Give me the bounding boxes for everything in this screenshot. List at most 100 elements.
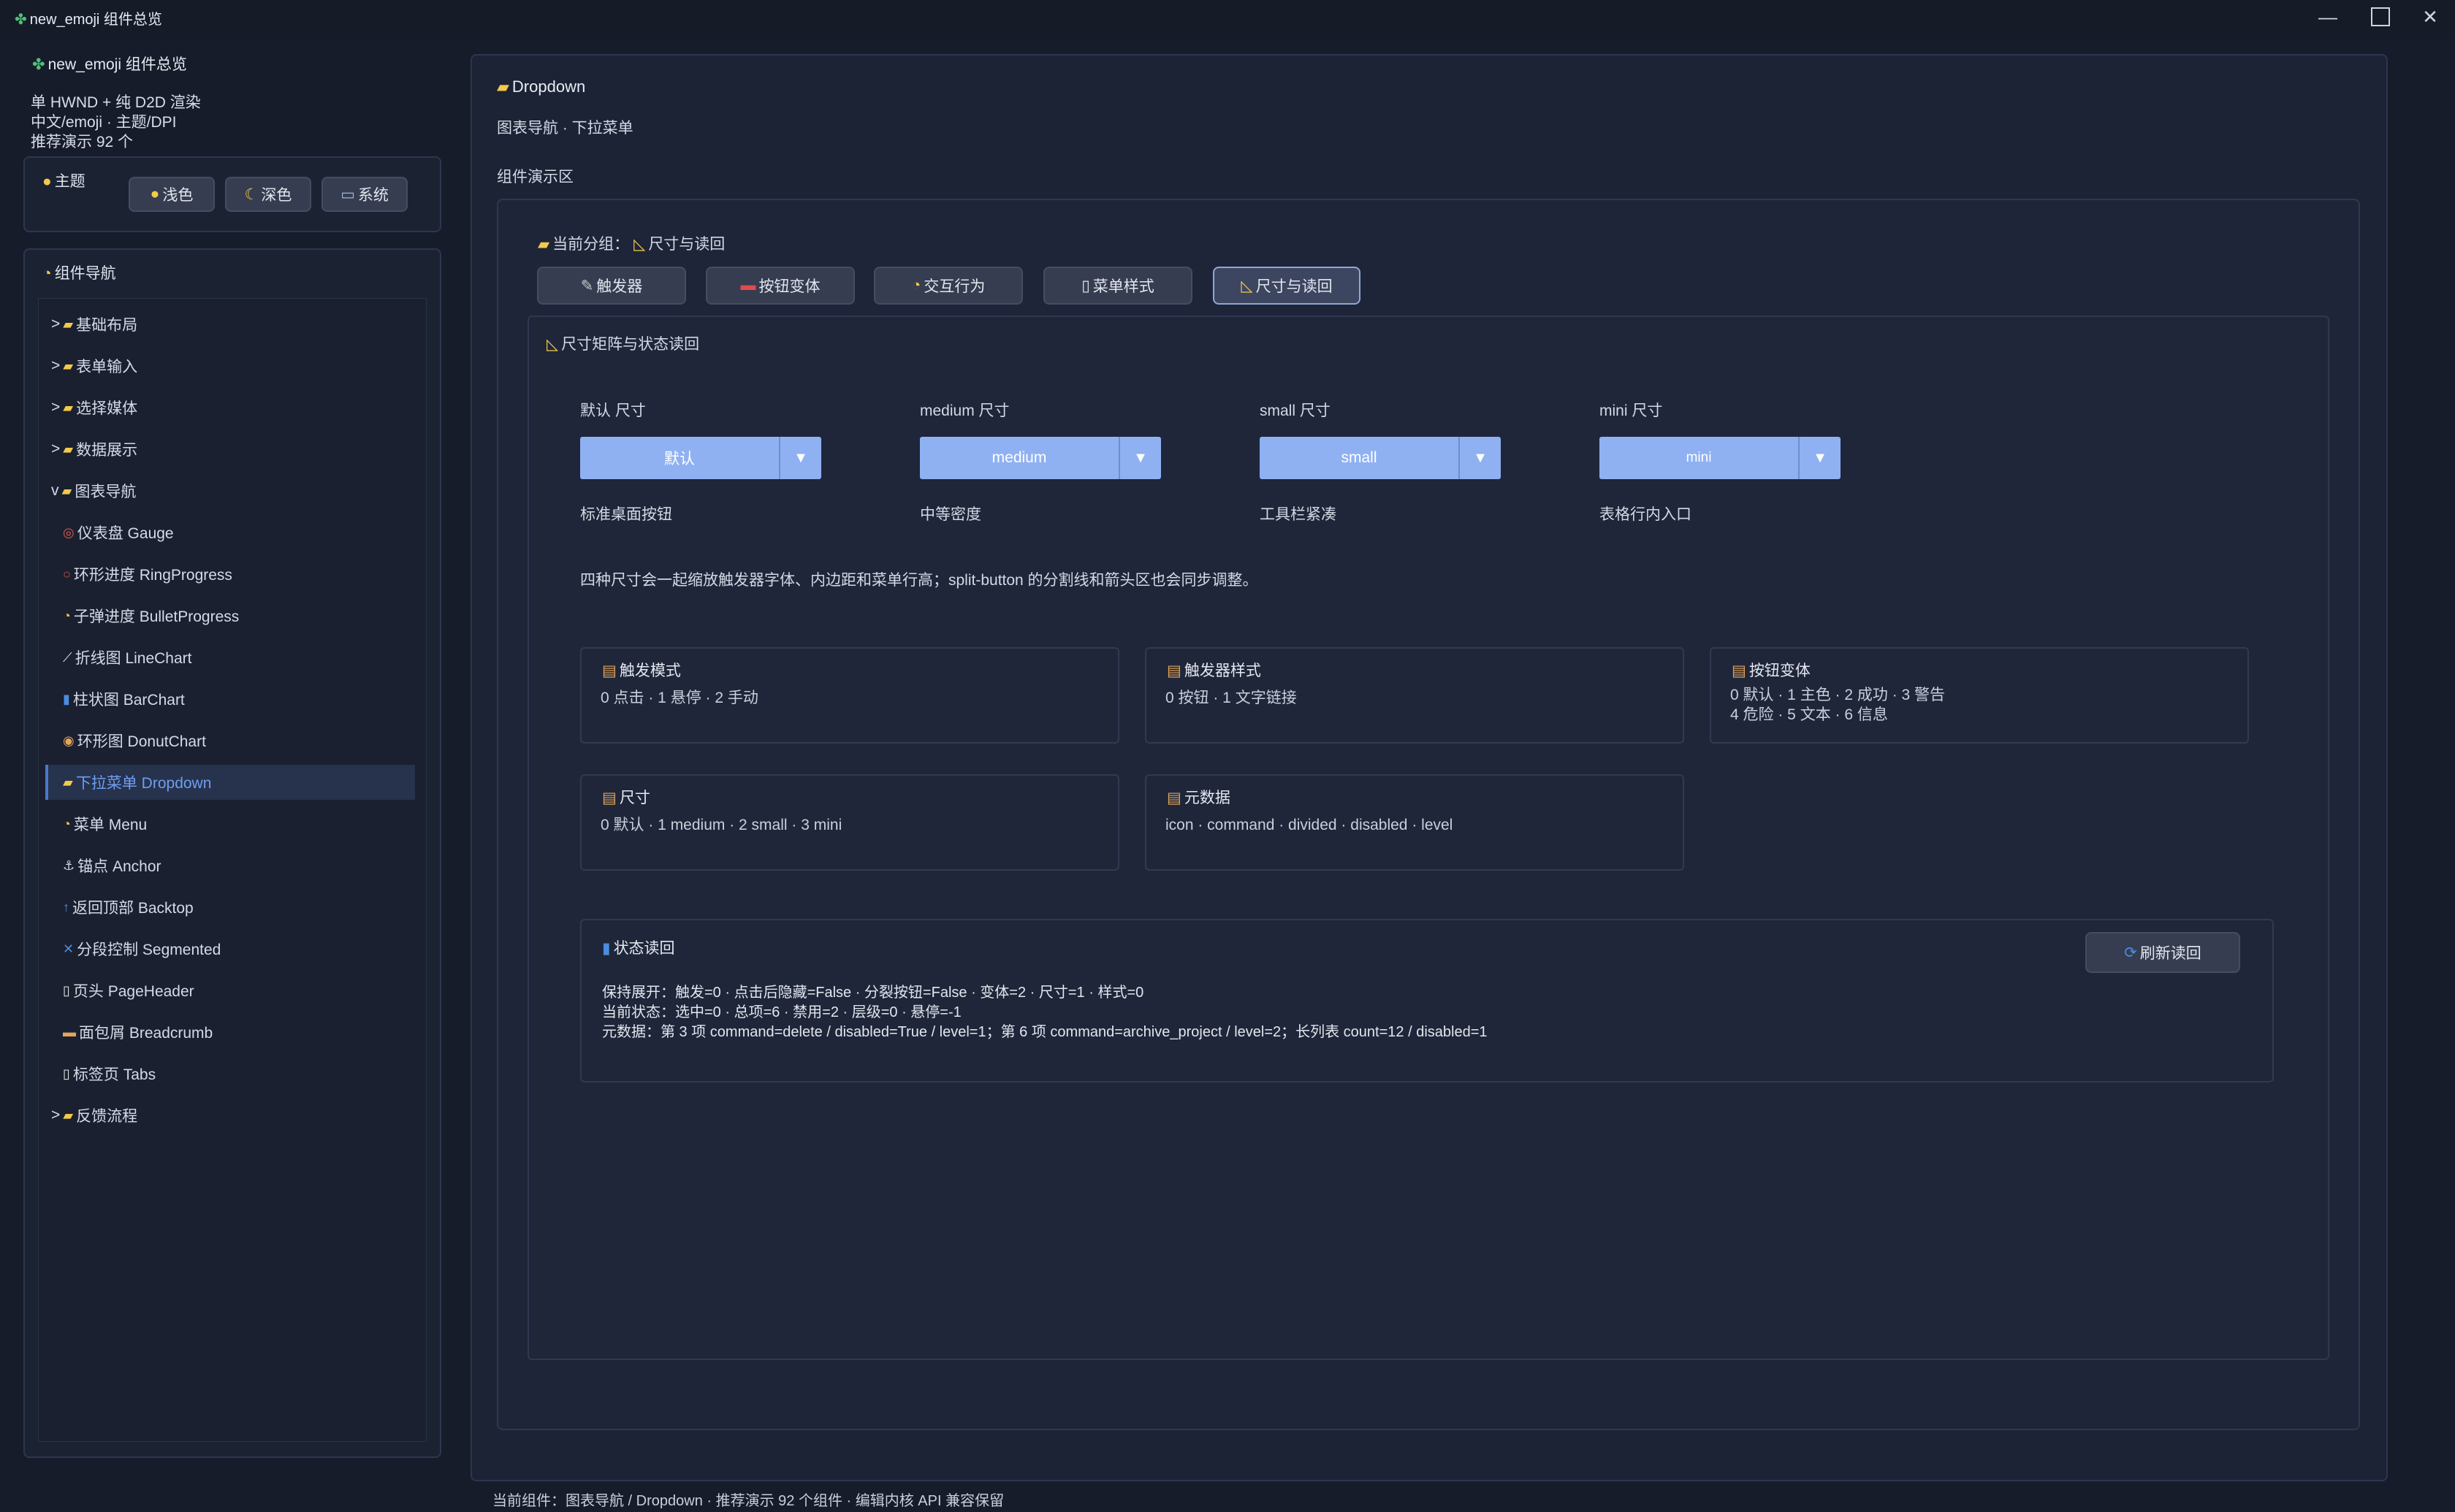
sidebar-item[interactable]: > ▰ 选择媒体 — [51, 390, 137, 425]
sidebar-item-label: 返回顶部 Backtop — [72, 900, 194, 917]
books-icon: ▤ — [602, 663, 617, 679]
sidebar-item-label: 仪表盘 Gauge — [77, 525, 174, 542]
chevron-down-icon[interactable]: ▼ — [1800, 437, 1841, 479]
card-body: 0 点击 · 1 悬停 · 2 手动 — [601, 690, 758, 706]
sidebar-item[interactable]: ▯ 页头 PageHeader — [63, 973, 194, 1008]
sidebar-item-label: 数据展示 — [76, 442, 138, 459]
ruler-icon: ◺ — [1241, 277, 1253, 294]
close-button[interactable]: ✕ — [2404, 1, 2455, 32]
arrow-up-icon: ↑ — [63, 899, 69, 915]
folder-icon: ▰ — [497, 77, 509, 96]
minimize-icon: — — [2318, 5, 2337, 28]
tab-trigger[interactable]: ✎ 触发器 — [537, 267, 686, 305]
sidebar-item[interactable]: ↑ 返回顶部 Backtop — [63, 890, 194, 925]
minimize-button[interactable]: — — [2302, 1, 2354, 32]
status-bar: 当前组件：图表导航 / Dropdown · 推荐演示 92 个组件 · 编辑内… — [492, 1493, 1005, 1509]
folder-icon: ▰ — [63, 358, 74, 373]
sidebar-item[interactable]: > ▰ 表单输入 — [51, 348, 137, 383]
sidebar-item-label: 图表导航 — [75, 484, 137, 500]
dropdown-default[interactable]: 默认 ▼ — [580, 437, 821, 479]
sidebar-item[interactable]: ◔ 子弹进度 BulletProgress — [63, 598, 239, 633]
sidebar-item-label: 环形进度 RingProgress — [73, 567, 232, 584]
tab-size-readback[interactable]: ◺ 尺寸与读回 — [1213, 267, 1360, 305]
chevron-down-icon[interactable]: ▼ — [780, 437, 821, 479]
sidebar-item[interactable]: ◉ 环形图 DonutChart — [63, 723, 206, 758]
sidebar-item[interactable]: ▯ 标签页 Tabs — [63, 1056, 156, 1091]
maximize-icon — [2371, 7, 2390, 26]
section-title: ◺ 尺寸矩阵与状态读回 — [547, 336, 700, 353]
dropdown-value: medium — [920, 437, 1120, 479]
size-desc: 标准桌面按钮 — [580, 506, 672, 523]
bar-chart-icon: ▮ — [63, 691, 70, 706]
sidebar-item[interactable]: > ▰ 基础布局 — [51, 307, 137, 342]
info-card: ▤ 触发器样式 0 按钮 · 1 文字链接 — [1145, 647, 1684, 744]
books-icon: ▤ — [1167, 663, 1181, 679]
dropdown-medium[interactable]: medium ▼ — [920, 437, 1161, 479]
tab-interaction[interactable]: ◔ 交互行为 — [874, 267, 1023, 305]
sidebar-item[interactable]: ▬ 面包屑 Breadcrumb — [63, 1015, 213, 1050]
card-body: 0 按钮 · 1 文字链接 — [1165, 690, 1297, 706]
size-note: 四种尺寸会一起缩放触发器字体、内边距和菜单行高；split-button 的分割… — [580, 572, 1258, 589]
chevron-down-icon[interactable]: ▼ — [1460, 437, 1501, 479]
maximize-button[interactable] — [2354, 1, 2407, 32]
size-desc: 工具栏紧凑 — [1260, 506, 1336, 523]
chevron-down-icon[interactable]: ▼ — [1120, 437, 1161, 479]
folder-icon: ▰ — [61, 483, 72, 498]
theme-light-button[interactable]: ● 浅色 — [129, 177, 215, 212]
theme-system-button[interactable]: ▭ 系统 — [321, 177, 408, 212]
sidebar-item[interactable]: ◔ 菜单 Menu — [63, 806, 147, 841]
status-card: ▮ 状态读回 ⟳ 刷新读回 保持展开：触发=0 · 点击后隐藏=False · 分裂… — [580, 919, 2274, 1083]
dropdown-value: mini — [1599, 437, 1800, 479]
sidebar-item[interactable]: ▮ 柱状图 BarChart — [63, 681, 185, 717]
books-icon: ▤ — [602, 790, 617, 806]
refresh-readback-button[interactable]: ⟳ 刷新读回 — [2085, 932, 2240, 973]
sidebar-item[interactable]: v ▰ 图表导航 — [51, 473, 136, 508]
line-chart-icon: ⟋ — [63, 649, 72, 665]
target-icon: ◎ — [63, 524, 75, 540]
chevron-right-icon[interactable]: > — [51, 1107, 60, 1124]
anchor-icon: ⚓ — [63, 858, 75, 873]
sidebar-item[interactable]: ▰ 下拉菜单 Dropdown — [45, 765, 415, 800]
card-title: ▤ 按钮变体 — [1732, 663, 1811, 679]
monitor-icon: ▭ — [340, 186, 355, 203]
sidebar-item[interactable]: ○ 环形进度 RingProgress — [63, 557, 232, 592]
sidebar-item[interactable]: ◎ 仪表盘 Gauge — [63, 515, 174, 550]
card-title: ▤ 触发器样式 — [1167, 663, 1261, 679]
folder-icon: ▰ — [63, 316, 74, 332]
info-card: ▤ 按钮变体 0 默认 · 1 主色 · 2 成功 · 3 警告 4 危险 · 5… — [1710, 647, 2249, 744]
nav-label: ◔ 组件导航 — [42, 265, 116, 282]
tab-menu-style[interactable]: ▯ 菜单样式 — [1043, 267, 1192, 305]
dropdown-small[interactable]: small ▼ — [1260, 437, 1501, 479]
size-label: 默认 尺寸 — [580, 402, 646, 419]
moon-icon: ☾ — [244, 186, 259, 203]
theme-dark-button[interactable]: ☾ 深色 — [225, 177, 311, 212]
sidebar-item-label: 面包屑 Breadcrumb — [79, 1025, 213, 1042]
sidebar-item-label: 基础布局 — [76, 317, 138, 334]
info-line: 中文/emoji · 主题/DPI — [31, 114, 177, 131]
folder-icon: ▰ — [63, 1107, 74, 1123]
phone-icon: ▮ — [602, 940, 611, 957]
sidebar-item[interactable]: ⚓ 锚点 Anchor — [63, 848, 161, 883]
sidebar-item[interactable]: > ▰ 数据展示 — [51, 432, 137, 467]
sidebar-item[interactable]: ⟋ 折线图 LineChart — [63, 640, 192, 675]
compass-icon: ◔ — [42, 265, 52, 282]
window-title: ✤ new_emoji 组件总览 — [15, 12, 162, 28]
sidebar-item[interactable]: ✕ 分段控制 Segmented — [63, 931, 221, 966]
sidebar-item-label: 折线图 LineChart — [75, 650, 192, 667]
chevron-right-icon[interactable]: > — [51, 440, 60, 458]
books-icon: ▤ — [1167, 790, 1181, 806]
chevron-right-icon[interactable]: > — [51, 399, 60, 416]
sidebar-item-label: 反馈流程 — [76, 1108, 138, 1125]
clock-icon: ◔ — [911, 277, 921, 294]
card-body: 0 默认 · 1 medium · 2 small · 3 mini — [601, 817, 842, 833]
dropdown-mini[interactable]: mini ▼ — [1599, 437, 1841, 479]
chevron-right-icon[interactable]: > — [51, 357, 60, 375]
tab-button-variant[interactable]: ▬ 按钮变体 — [706, 267, 855, 305]
info-line: 单 HWND + 纯 D2D 渲染 — [31, 94, 201, 111]
chevron-right-icon[interactable]: > — [51, 316, 60, 333]
sidebar-item-label: 菜单 Menu — [73, 817, 148, 833]
sidebar-item[interactable]: > ▰ 反馈流程 — [51, 1098, 137, 1133]
sidebar-item-label: 标签页 Tabs — [72, 1066, 156, 1083]
chevron-down-icon[interactable]: v — [51, 482, 59, 500]
sidebar-item-label: 选择媒体 — [76, 400, 138, 417]
